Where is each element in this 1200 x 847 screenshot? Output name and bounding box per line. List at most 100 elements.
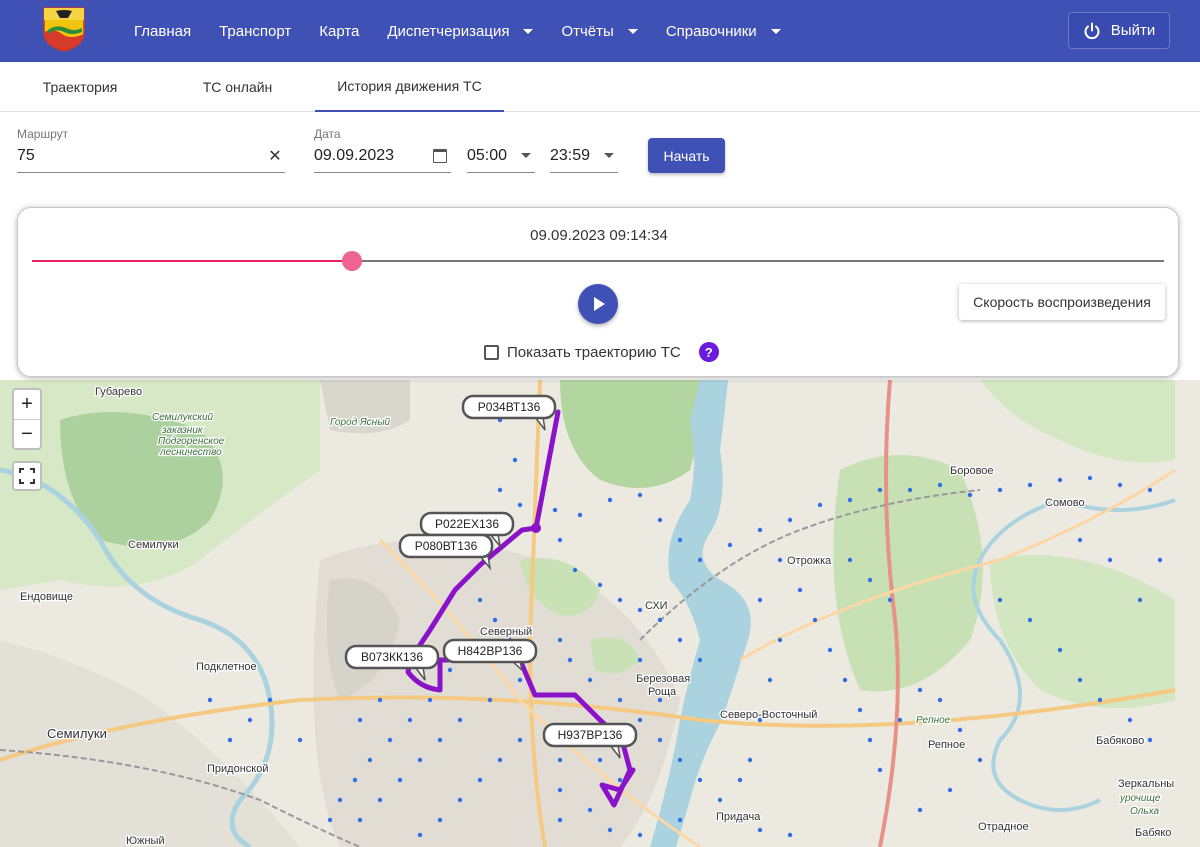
- bus-stop-dot: [567, 657, 573, 663]
- map-canvas[interactable]: Губарево Семилукский заказникПодгоренскоел…: [0, 380, 1200, 847]
- route-field[interactable]: 75 ✕: [17, 139, 285, 173]
- map-place-label: Придача: [716, 811, 761, 823]
- bus-stop-dot: [487, 697, 493, 703]
- map-place-label: Бабяко: [1135, 827, 1171, 839]
- bus-stop-dot: [897, 717, 903, 723]
- bus-stop-dot: [617, 697, 623, 703]
- bus-stop-dot: [857, 707, 863, 713]
- chevron-down-icon: [604, 153, 614, 158]
- vehicle-plate: Н937ВР136: [558, 728, 623, 742]
- map-place-label: Роща: [648, 686, 677, 698]
- chevron-down-icon: [627, 28, 638, 34]
- nav-item[interactable]: Транспорт: [205, 0, 305, 62]
- map-place-label: Семилуки: [128, 539, 179, 551]
- bus-stop-dot: [637, 717, 643, 723]
- zoom-out-button[interactable]: −: [14, 419, 40, 448]
- nav-item[interactable]: Справочники: [652, 0, 795, 62]
- bus-stop-dot: [572, 567, 578, 573]
- bus-stop-dot: [437, 817, 443, 823]
- playback-speed-button[interactable]: Скорость воспроизведения: [959, 284, 1165, 320]
- bus-stop-dot: [357, 717, 363, 723]
- time-from-select[interactable]: 05:00: [467, 139, 535, 173]
- bus-stop-dot: [697, 557, 703, 563]
- bus-stop-dot: [637, 607, 643, 613]
- bus-stop-dot: [1057, 477, 1063, 483]
- time-to-value: 23:59: [550, 146, 591, 164]
- bus-stop-dot: [477, 597, 483, 603]
- nav-item[interactable]: Главная: [120, 0, 205, 62]
- nav-item[interactable]: Диспетчеризация: [373, 0, 547, 62]
- bus-stop-dot: [717, 797, 723, 803]
- bus-stop-dot: [617, 597, 623, 603]
- bus-stop-dot: [907, 487, 913, 493]
- bus-stop-dot: [577, 512, 583, 518]
- bus-stop-dot: [657, 617, 663, 623]
- show-track-label[interactable]: Показать траекторию ТС: [507, 344, 681, 361]
- bus-stop-dot: [417, 757, 423, 763]
- bus-stop-dot: [497, 487, 503, 493]
- bus-stop-dot: [587, 677, 593, 683]
- map-place-label: Бабяково: [1096, 735, 1144, 747]
- bus-stop-dot: [557, 757, 563, 763]
- date-field[interactable]: 09.09.2023: [314, 139, 451, 173]
- bus-stop-dot: [557, 637, 563, 643]
- bus-stop-dot: [1027, 482, 1033, 488]
- bus-stop-dot: [727, 542, 733, 548]
- bus-stop-dot: [977, 757, 983, 763]
- calendar-icon[interactable]: [433, 148, 447, 163]
- tab-trajectory[interactable]: Траектория: [0, 62, 160, 112]
- fullscreen-icon: [19, 468, 35, 484]
- show-track-option: Показать траекторию ТС ?: [484, 342, 719, 362]
- timeline-slider[interactable]: [32, 251, 1164, 271]
- chevron-down-icon: [770, 28, 781, 34]
- bus-stop-dot: [1117, 482, 1123, 488]
- play-button[interactable]: [578, 284, 618, 324]
- tab-bar: Траектория ТС онлайн История движения ТС: [0, 62, 1200, 112]
- tab-movement-history[interactable]: История движения ТС: [315, 62, 504, 112]
- timeline-thumb[interactable]: [342, 251, 363, 271]
- bus-stop-dot: [1077, 677, 1083, 683]
- nav-item[interactable]: Карта: [305, 0, 373, 62]
- bus-stop-dot: [767, 677, 773, 683]
- main-menu: Главная Транспорт Карта Диспетчеризация Отчё…: [120, 0, 795, 62]
- show-track-checkbox[interactable]: [484, 344, 499, 360]
- map-place-label: Боровое: [950, 465, 994, 477]
- bus-stop-dot: [637, 492, 643, 498]
- map-place-label: Березовая: [636, 673, 690, 685]
- bus-stop-dot: [607, 497, 613, 503]
- zoom-in-button[interactable]: +: [14, 390, 40, 419]
- tab-label: ТС онлайн: [202, 79, 273, 95]
- bus-stop-dot: [787, 517, 793, 523]
- start-button[interactable]: Начать: [648, 138, 725, 173]
- help-icon[interactable]: ?: [698, 342, 719, 362]
- bus-stop-dot: [457, 717, 463, 723]
- map-place-label: лесничество: [159, 447, 222, 458]
- bus-stop-dot: [497, 757, 503, 763]
- clear-icon[interactable]: ✕: [265, 146, 285, 166]
- bus-stop-dot: [677, 637, 683, 643]
- bus-stop-dot: [877, 767, 883, 773]
- map-place-label: Подклетное: [196, 661, 257, 673]
- map-place-label: Сомово: [1045, 497, 1085, 509]
- tab-vehicles-online[interactable]: ТС онлайн: [160, 62, 315, 112]
- tab-label: История движения ТС: [337, 78, 482, 94]
- bus-stop-dot: [937, 697, 943, 703]
- city-coat-of-arms-logo[interactable]: [40, 6, 88, 52]
- time-to-select[interactable]: 23:59: [550, 139, 618, 173]
- map-place-label: Придонской: [207, 763, 268, 775]
- bus-stop-dot: [817, 502, 823, 508]
- bus-stop-dot: [917, 807, 923, 813]
- bus-stop-dot: [437, 737, 443, 743]
- map-view[interactable]: Губарево Семилукский заказник Подгоренское л…: [0, 380, 1200, 847]
- bus-stop-dot: [747, 757, 753, 763]
- bus-stop-dot: [337, 797, 343, 803]
- date-value: 09.09.2023: [314, 146, 395, 164]
- bus-stop-dot: [552, 507, 558, 513]
- time-from-value: 05:00: [467, 146, 508, 164]
- logout-button[interactable]: Выйти: [1068, 12, 1170, 49]
- fullscreen-button[interactable]: [12, 461, 42, 491]
- bus-stop-dot: [827, 647, 833, 653]
- nav-item[interactable]: Отчёты: [547, 0, 651, 62]
- timeline-progress: [32, 260, 353, 262]
- bus-stop-dot: [227, 737, 233, 743]
